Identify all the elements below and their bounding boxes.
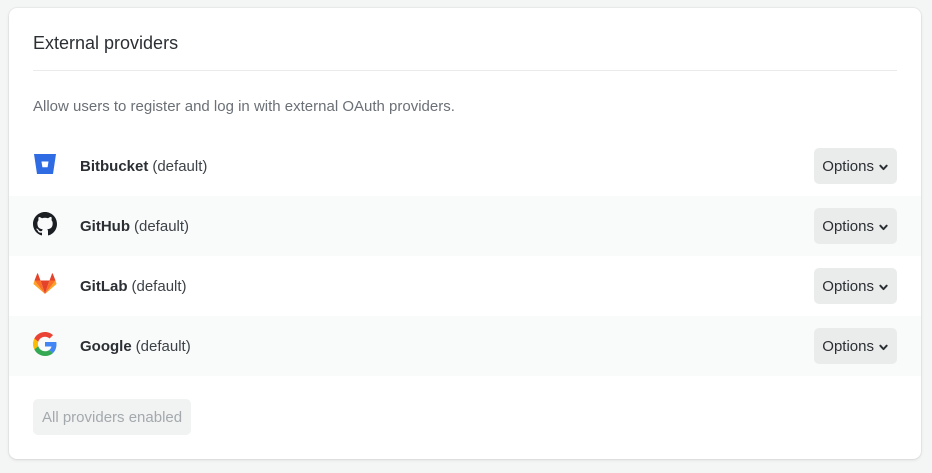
options-label: Options [822, 157, 874, 175]
chevron-down-icon [879, 224, 888, 230]
gitlab-options-button[interactable]: Options [814, 268, 897, 304]
provider-row-gitlab: GitLab (default) Options [9, 256, 921, 316]
provider-default-tag: (default) [135, 337, 191, 355]
google-icon [32, 331, 58, 357]
provider-label-gitlab: GitLab (default) [80, 278, 187, 295]
divider [33, 70, 897, 71]
provider-name: GitLab [80, 277, 128, 295]
section-title: External providers [33, 33, 179, 53]
provider-default-tag: (default) [134, 217, 190, 235]
chevron-down-icon [879, 164, 888, 170]
provider-label-bitbucket: Bitbucket (default) [80, 158, 207, 175]
google-options-button[interactable]: Options [814, 328, 897, 364]
github-options-button[interactable]: Options [814, 208, 897, 244]
bitbucket-options-button[interactable]: Options [814, 148, 897, 184]
provider-name: GitHub [80, 217, 130, 235]
provider-default-tag: (default) [152, 157, 208, 175]
options-label: Options [822, 217, 874, 235]
providers-list: Bitbucket (default) Options GitHub (defaul… [9, 136, 921, 376]
bitbucket-icon [32, 151, 58, 177]
provider-name: Google [80, 337, 132, 355]
chevron-down-icon [879, 344, 888, 350]
github-icon [32, 211, 58, 237]
chevron-down-icon [879, 284, 888, 290]
provider-label-google: Google (default) [80, 338, 191, 355]
gitlab-icon [32, 271, 58, 297]
section-description: Allow users to register and log in with … [33, 98, 455, 115]
provider-row-google: Google (default) Options [9, 316, 921, 376]
options-label: Options [822, 277, 874, 295]
provider-row-github: GitHub (default) Options [9, 196, 921, 256]
options-label: Options [822, 337, 874, 355]
provider-name: Bitbucket [80, 157, 149, 175]
provider-default-tag: (default) [131, 277, 187, 295]
provider-label-github: GitHub (default) [80, 218, 189, 235]
provider-row-bitbucket: Bitbucket (default) Options [9, 136, 921, 196]
external-providers-card: External providers Allow users to regist… [9, 8, 921, 459]
all-providers-enabled-button[interactable]: All providers enabled [33, 399, 192, 435]
